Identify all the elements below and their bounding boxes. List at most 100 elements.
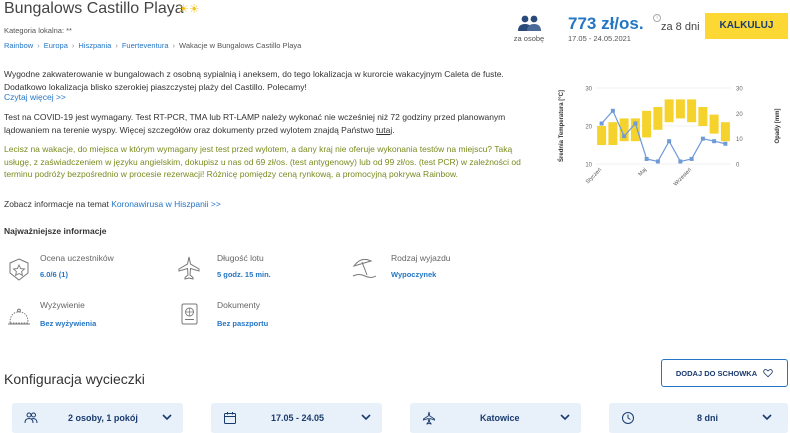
trip-type-value: Wypoczynek	[391, 270, 437, 279]
price-dates: 17.05 - 24.05.2021	[568, 34, 631, 43]
people-icon	[24, 412, 38, 424]
hotel-title: Bungalows Castillo Playa	[4, 0, 184, 17]
x-tick-label: Maj	[638, 167, 649, 178]
precipitation-point	[700, 136, 705, 141]
y-left-tick-label: 20	[585, 125, 592, 131]
read-more-link[interactable]: Czytaj więcej >>	[4, 92, 66, 102]
breadcrumb-hiszpania[interactable]: Hiszpania	[78, 41, 111, 50]
passport-icon	[181, 303, 198, 325]
chevron-down-icon	[361, 414, 371, 421]
calendar-icon	[224, 412, 236, 424]
chevron-down-icon	[162, 414, 172, 421]
per-person-label: za osobę	[513, 34, 545, 43]
calculate-button[interactable]: KALKULUJ	[705, 13, 788, 39]
dates-select[interactable]: 17.05 - 24.05	[211, 403, 382, 433]
covid-details-link[interactable]: tutaj	[376, 125, 392, 135]
breadcrumb-europa[interactable]: Europa	[44, 41, 68, 50]
temperature-bar	[608, 122, 618, 145]
add-to-wishlist-label: DODAJ DO SCHOWKA	[675, 368, 758, 378]
precipitation-point	[723, 141, 728, 146]
airplane-icon	[178, 256, 200, 280]
info-icon[interactable]: i	[653, 14, 661, 22]
breadcrumb-separator-icon: ›	[115, 41, 118, 50]
y-left-tick-label: 30	[585, 87, 592, 93]
temperature-bar	[664, 99, 674, 123]
documents-label: Dokumenty	[217, 300, 260, 310]
x-tick-label: Styczeń	[585, 167, 603, 185]
temperature-bar	[698, 107, 708, 126]
climate-chart: 10 20 30 0 10 20 30 Styczeń Maj Wrzesień Średnia T…	[558, 87, 781, 188]
add-to-wishlist-button[interactable]: DODAJ DO SCHOWKA	[661, 359, 788, 387]
documents-value: Bez paszportu	[217, 319, 269, 328]
chevron-down-icon	[762, 414, 772, 421]
precipitation-point	[655, 159, 660, 164]
temperature-bar	[653, 107, 663, 130]
temperature-bar	[642, 110, 652, 138]
rating-label: Ocena uczestników	[40, 253, 114, 263]
precipitation-point	[678, 159, 683, 164]
y-right-axis-label: Opady [mm]	[775, 108, 781, 143]
config-title: Konfiguracja wycieczki	[4, 371, 145, 387]
breadcrumb-separator-icon: ›	[37, 41, 40, 50]
rating-value[interactable]: 6.0/6 (1)	[40, 270, 68, 279]
y-right-tick-label: 0	[736, 163, 740, 169]
departure-value: Katowice	[480, 413, 520, 423]
flight-duration-value: 5 godz. 15 min.	[217, 270, 271, 279]
y-left-tick-label: 10	[585, 163, 592, 169]
precipitation-point	[667, 139, 672, 144]
breadcrumb-rainbow[interactable]: Rainbow	[4, 41, 33, 50]
days-label: za 8 dni	[661, 21, 700, 33]
covid-text: Test na COVID-19 jest wymagany. Test RT-…	[4, 112, 506, 135]
precipitation-point	[633, 121, 638, 126]
y-right-tick-label: 10	[736, 137, 743, 143]
duration-value: 8 dni	[697, 413, 719, 423]
duration-select[interactable]: 8 dni	[609, 403, 788, 433]
people-icon	[518, 15, 541, 31]
coronavirus-info-prefix: Zobacz informacje na temat	[4, 199, 112, 209]
breadcrumb-separator-icon: ›	[71, 41, 75, 50]
temperature-bar	[687, 99, 697, 123]
travelers-select[interactable]: 2 osoby, 1 pokój	[12, 403, 183, 433]
trip-type-label: Rodzaj wyjazdu	[391, 253, 451, 263]
rating-score: 6.0/6	[40, 270, 57, 279]
precipitation-point	[599, 121, 604, 126]
price: 773 zł/os.	[568, 14, 644, 33]
plane-departure-icon	[423, 411, 435, 425]
breadcrumb-fuerteventura[interactable]: Fuerteventura	[122, 41, 169, 50]
star-badge-icon	[9, 258, 29, 281]
y-left-axis-label: Średnia Temperatura [°C]	[558, 90, 565, 162]
covid-text-end: .	[392, 124, 395, 135]
covid-info: Test na COVID-19 jest wymagany. Test RT-…	[4, 111, 534, 136]
rating-count: (1)	[58, 270, 68, 279]
key-info-title: Najważniejsze informacje	[4, 226, 107, 236]
flight-duration-label: Długość lotu	[217, 253, 264, 263]
x-tick-label: Wrzesień	[673, 167, 693, 187]
temperature-bar	[720, 122, 730, 142]
precipitation-point	[712, 139, 717, 144]
beach-umbrella-icon	[352, 258, 377, 278]
breadcrumb-current: Wakacje w Bungalows Castillo Playa	[179, 41, 302, 50]
board-value: Bez wyżywienia	[40, 319, 97, 328]
coronavirus-info: Zobacz informacje na temat Koronawirusa …	[4, 199, 221, 209]
precipitation-point	[689, 156, 694, 161]
y-right-tick-label: 20	[736, 112, 743, 118]
cloche-icon	[8, 308, 30, 325]
covid-test-offer: Lecisz na wakacje, do miejsca w którym w…	[4, 144, 521, 179]
local-category: Kategoria lokalna: **	[4, 26, 72, 35]
temperature-bar	[597, 126, 607, 145]
hotel-description: Wygodne zakwaterowanie w bungalowach z o…	[4, 69, 504, 92]
heart-icon	[763, 369, 773, 378]
departure-select[interactable]: Katowice	[410, 403, 581, 433]
clock-icon	[622, 412, 634, 424]
precipitation-point	[622, 134, 627, 139]
temperature-bar	[709, 114, 719, 134]
chevron-down-icon	[560, 414, 570, 421]
travelers-value: 2 osoby, 1 pokój	[68, 413, 138, 423]
breadcrumb-separator-icon: ›	[172, 41, 176, 50]
temperature-bar	[675, 99, 685, 119]
precipitation-point	[610, 108, 615, 113]
sun-rating-icon: ☀☀	[178, 2, 200, 16]
coronavirus-link[interactable]: Koronawirusa w Hiszpanii >>	[111, 199, 221, 209]
dates-value: 17.05 - 24.05	[271, 413, 325, 423]
breadcrumb: Rainbow › Europa › Hiszpania › Fuerteventura › W…	[4, 41, 301, 50]
